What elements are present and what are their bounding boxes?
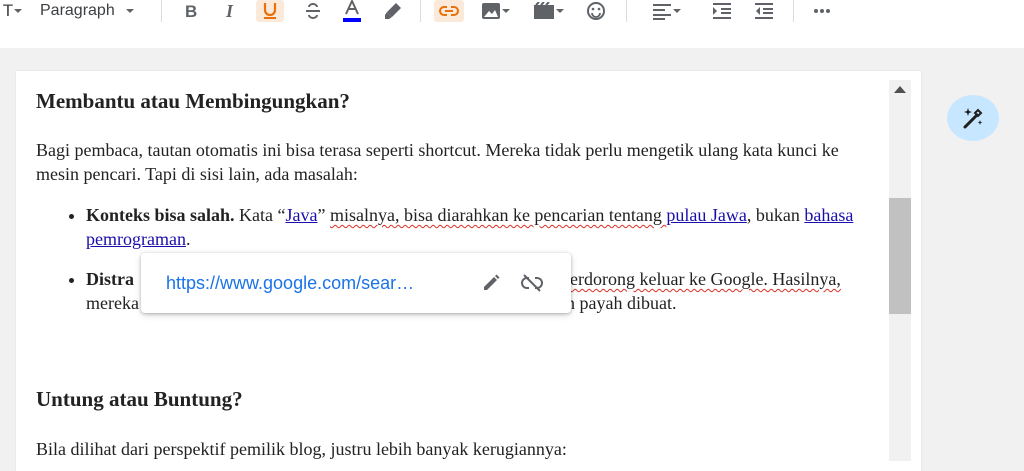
- editor-toolbar: T Paragraph B I: [0, 0, 1024, 48]
- caret-down-icon: [125, 9, 134, 13]
- more-options-button[interactable]: [808, 0, 836, 22]
- text-run: mereka: [86, 293, 139, 313]
- svg-text:B: B: [185, 2, 197, 20]
- link-popup: https://www.google.com/sear…: [141, 253, 571, 313]
- font-size-label: T: [2, 1, 14, 20]
- scroll-thumb[interactable]: [889, 198, 911, 314]
- paragraph-blog-owner: Bila dilihat dari perspektif pemilik blo…: [36, 439, 567, 459]
- text-color-button[interactable]: [338, 0, 366, 22]
- remove-link-button[interactable]: [520, 271, 544, 295]
- highlighter-icon: [385, 3, 401, 19]
- text-run: Kata “: [234, 205, 286, 225]
- italic-button[interactable]: I: [218, 0, 244, 22]
- text-run: , bukan: [746, 205, 805, 225]
- align-button[interactable]: [646, 0, 688, 22]
- caret-down-icon: [14, 9, 23, 13]
- strikethrough-icon: [306, 3, 320, 19]
- align-left-icon: [653, 4, 671, 20]
- toolbar-divider: [626, 0, 627, 22]
- text-run: h payah dibuat.: [566, 293, 677, 313]
- link-java[interactable]: Java: [286, 205, 318, 225]
- outdent-icon: [755, 3, 773, 19]
- video-icon: [534, 2, 554, 19]
- text-run: .: [185, 229, 191, 249]
- link-url[interactable]: https://www.google.com/sear…: [166, 273, 414, 294]
- indent-icon: [713, 3, 731, 19]
- insert-video-button[interactable]: [530, 0, 568, 22]
- ai-assist-button[interactable]: [947, 95, 999, 141]
- highlight-button[interactable]: [380, 0, 406, 22]
- italic-icon: I: [225, 2, 234, 20]
- text-run: ”: [317, 205, 330, 225]
- emoji-button[interactable]: [583, 0, 609, 22]
- heading-membantu: Membantu atau Membingungkan?: [36, 89, 350, 113]
- bold-icon: B: [185, 2, 197, 20]
- text-run: misalnya, bisa diarahkan ke pencarian te…: [330, 205, 667, 225]
- image-icon: [482, 3, 500, 19]
- svg-text:I: I: [225, 2, 234, 20]
- caret-down-icon: [556, 9, 564, 13]
- text-run: erdorong keluar ke Google. Hasilnya,: [570, 269, 841, 289]
- magic-pen-icon: [963, 108, 983, 129]
- list-item: Konteks bisa salah. Kata “Java” misalnya…: [86, 203, 876, 251]
- strikethrough-button[interactable]: [300, 0, 326, 22]
- editor-scrollbar[interactable]: [889, 80, 911, 461]
- text-color-icon: [343, 0, 361, 22]
- edit-link-button[interactable]: [479, 271, 503, 295]
- bullet-bold-text: Konteks bisa salah.: [86, 205, 235, 225]
- link-icon: [439, 6, 459, 16]
- link-pulau-jawa[interactable]: pulau Jawa: [666, 205, 746, 225]
- toolbar-divider: [161, 0, 162, 22]
- toolbar-divider: [793, 0, 794, 22]
- unlink-icon: [521, 274, 543, 292]
- underline-icon: [263, 3, 277, 19]
- indent-button[interactable]: [708, 0, 736, 22]
- pencil-icon: [484, 274, 500, 290]
- caret-down-icon: [673, 9, 681, 13]
- bullet-bold-text: Distra: [86, 269, 134, 289]
- underline-button[interactable]: [256, 0, 284, 22]
- emoji-icon: [587, 2, 605, 20]
- heading-untung: Untung atau Buntung?: [36, 387, 243, 411]
- paragraph-format-select[interactable]: Paragraph: [40, 0, 148, 22]
- toolbar-divider: [420, 0, 421, 22]
- font-size-button[interactable]: T: [0, 0, 26, 22]
- paragraph-format-label: Paragraph: [40, 2, 115, 19]
- link-button[interactable]: [434, 0, 464, 22]
- bold-button[interactable]: B: [178, 0, 204, 22]
- outdent-button[interactable]: [750, 0, 778, 22]
- more-horizontal-icon: [814, 9, 830, 13]
- caret-down-icon: [502, 9, 510, 13]
- scroll-up-arrow-icon[interactable]: [894, 86, 906, 93]
- paragraph-intro: Bagi pembaca, tautan otomatis ini bisa t…: [36, 140, 839, 184]
- insert-image-button[interactable]: [478, 0, 514, 22]
